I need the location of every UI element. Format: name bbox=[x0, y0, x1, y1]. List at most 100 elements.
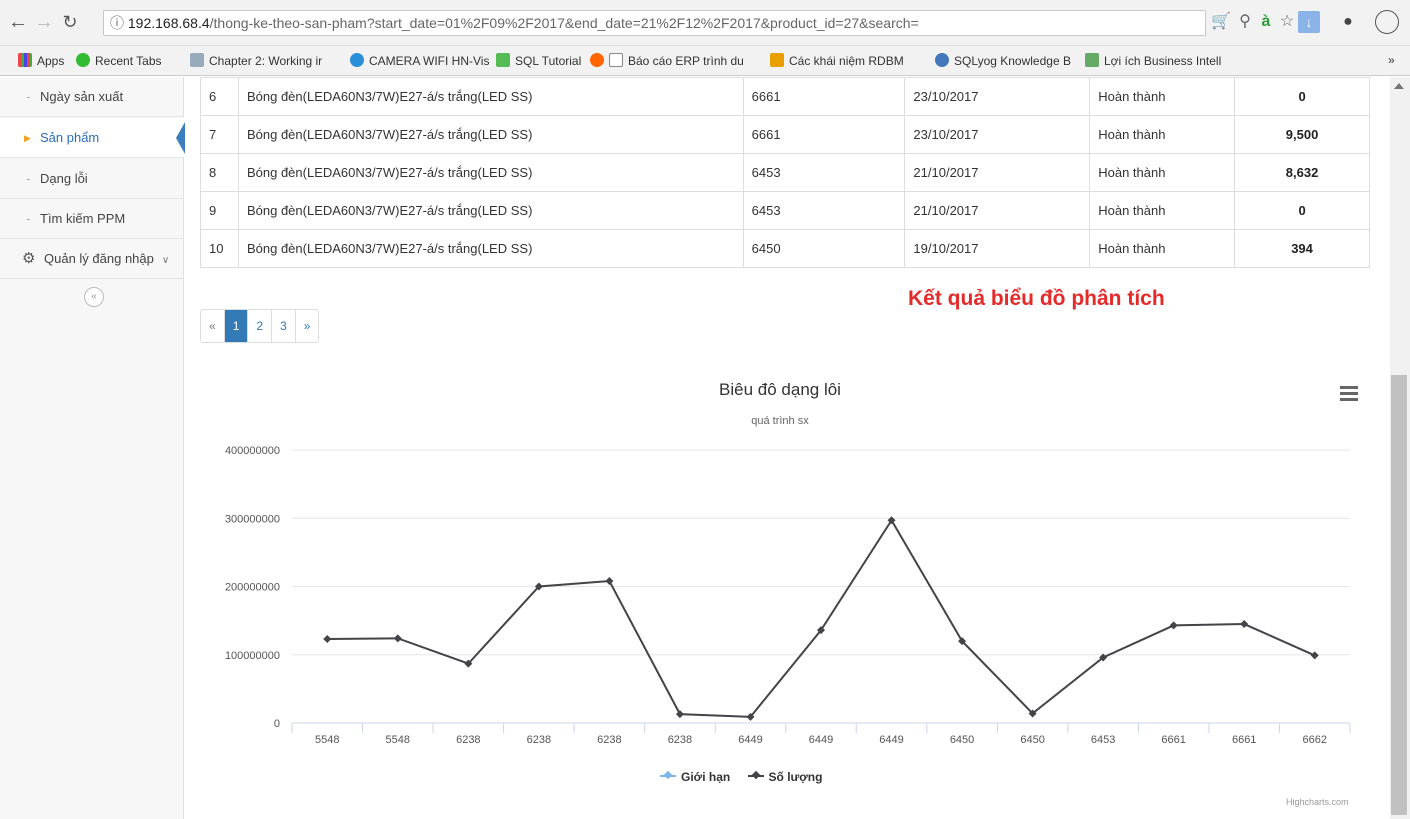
zoom-icon[interactable]: ⚲ bbox=[1234, 11, 1256, 33]
sidebar-item-label: Ngày sản xuất bbox=[40, 89, 124, 104]
bookmark-label: Chapter 2: Working ir bbox=[209, 54, 323, 68]
product-code-cell: 6453 bbox=[742, 153, 906, 192]
incognito-icon[interactable]: ● bbox=[1337, 11, 1359, 33]
status-cell: Hoàn thành bbox=[1089, 153, 1236, 192]
bookmark-camera[interactable]: CAMERA WIFI HN-Vis bbox=[350, 53, 489, 68]
sidebar-collapse-button[interactable]: « bbox=[84, 287, 104, 307]
page-1-button[interactable]: 1 bbox=[224, 310, 249, 342]
bookmark-recent-tabs[interactable]: Recent Tabs bbox=[76, 53, 162, 68]
table-row: 9 Bóng đèn(LEDA60N3/7W)E27-á/s trắng(LED … bbox=[200, 191, 1370, 230]
quantity-cell: 0 bbox=[1234, 77, 1370, 116]
url-path: /thong-ke-theo-san-pham?start_date=01%2F… bbox=[209, 15, 919, 31]
y-tick-label: 100000000 bbox=[225, 650, 280, 662]
bookmark-chapter2[interactable]: Chapter 2: Working ir bbox=[190, 53, 322, 68]
product-name-cell: Bóng đèn(LEDA60N3/7W)E27-á/s trắng(LED S… bbox=[237, 115, 744, 154]
translate-icon[interactable]: à bbox=[1255, 11, 1277, 33]
sidebar-item-ngay-san-xuat[interactable]: - Ngày sản xuất bbox=[0, 77, 184, 117]
scrollbar-thumb[interactable] bbox=[1391, 375, 1407, 815]
x-tick-label: 6453 bbox=[1091, 734, 1115, 746]
download-icon[interactable]: ↓ bbox=[1298, 11, 1320, 33]
scroll-up-icon[interactable] bbox=[1394, 83, 1404, 89]
bookmark-bi[interactable]: Lợi ích Business Intell bbox=[1085, 53, 1221, 68]
pagination-prev[interactable]: « bbox=[201, 310, 225, 342]
quantity-cell: 394 bbox=[1234, 229, 1370, 268]
info-icon[interactable]: ⓘ bbox=[110, 15, 128, 31]
bookmark-label: SQLyog Knowledge B bbox=[954, 54, 1071, 68]
back-icon[interactable]: ← bbox=[6, 8, 30, 36]
forward-icon[interactable]: → bbox=[32, 8, 56, 36]
product-name-cell: Bóng đèn(LEDA60N3/7W)E27-á/s trắng(LED S… bbox=[237, 153, 744, 192]
data-point bbox=[393, 634, 402, 643]
legend-item-gioi-han[interactable]: Giới hạn bbox=[660, 770, 730, 784]
sidebar-item-tim-kiem-ppm[interactable]: - Tìm kiếm PPM bbox=[0, 199, 184, 239]
page-3-button[interactable]: 3 bbox=[272, 310, 296, 342]
row-number-cell: 9 bbox=[200, 191, 239, 230]
results-table: 6 Bóng đèn(LEDA60N3/7W)E27-á/s trắng(LED … bbox=[200, 77, 1370, 268]
sqlyog-icon bbox=[935, 53, 949, 67]
bookmark-label: Recent Tabs bbox=[95, 54, 162, 68]
bookmark-erp[interactable]: Báo cáo ERP trình du bbox=[590, 53, 744, 68]
line-chart: 0 100000000 200000000 300000000 400000000 554… bbox=[225, 445, 1351, 746]
chart-subtitle: quá trình sx bbox=[751, 415, 809, 427]
legend-symbol bbox=[660, 775, 676, 777]
y-tick-label: 400000000 bbox=[225, 445, 280, 457]
browser-toolbar: ← → ↻ ⓘ 192.168.68.4/thong-ke-theo-san-p… bbox=[0, 0, 1410, 46]
cpanel-icon bbox=[590, 53, 604, 67]
tree-line-icon: - bbox=[26, 211, 31, 226]
w3-icon bbox=[496, 53, 510, 67]
bookmark-apps[interactable]: Apps bbox=[18, 53, 64, 68]
row-number-cell: 10 bbox=[200, 229, 239, 268]
sidebar-item-label: Sản phẩm bbox=[40, 130, 100, 145]
highcharts-credit[interactable]: Highcharts.com bbox=[1286, 797, 1349, 807]
product-code-cell: 6450 bbox=[742, 229, 906, 268]
reload-icon[interactable]: ↻ bbox=[58, 8, 82, 36]
sidebar-group-label: Quản lý đăng nhập bbox=[44, 251, 154, 266]
page-2-button[interactable]: 2 bbox=[248, 310, 273, 342]
bookmark-overflow[interactable]: » bbox=[1388, 53, 1395, 67]
status-cell: Hoàn thành bbox=[1089, 77, 1236, 116]
x-tick-label: 6449 bbox=[738, 734, 762, 746]
sidebar-group-quan-ly[interactable]: ⚙ Quản lý đăng nhập ∨ bbox=[0, 239, 184, 279]
row-number-cell: 8 bbox=[200, 153, 239, 192]
cart-icon[interactable]: 🛒 bbox=[1210, 11, 1232, 33]
product-name-cell: Bóng đèn(LEDA60N3/7W)E27-á/s trắng(LED S… bbox=[237, 191, 744, 230]
tree-line-icon: - bbox=[26, 171, 31, 186]
x-tick-label: 5548 bbox=[386, 734, 410, 746]
analysis-result-title: Kết quả biểu đồ phân tích bbox=[908, 287, 1165, 310]
chart-menu-icon[interactable] bbox=[1340, 386, 1358, 402]
y-tick-label: 200000000 bbox=[225, 582, 280, 594]
url-bar[interactable]: ⓘ 192.168.68.4/thong-ke-theo-san-pham?st… bbox=[103, 10, 1206, 36]
legend-item-so-luong[interactable]: Số lượng bbox=[747, 770, 823, 784]
bookmark-label: Báo cáo ERP trình du bbox=[628, 54, 744, 68]
x-tick-label: 6662 bbox=[1302, 734, 1326, 746]
quantity-cell: 8,632 bbox=[1234, 153, 1370, 192]
sidebar-item-dang-loi[interactable]: - Dạng lỗi bbox=[0, 159, 184, 199]
page-scrollbar[interactable] bbox=[1390, 77, 1410, 819]
product-code-cell: 6453 bbox=[742, 191, 906, 230]
star-icon[interactable]: ☆ bbox=[1276, 11, 1298, 33]
legend-label: Số lượng bbox=[768, 770, 823, 784]
url-host: 192.168.68.4 bbox=[127, 15, 210, 31]
table-row: 7 Bóng đèn(LEDA60N3/7W)E27-á/s trắng(LED … bbox=[200, 115, 1370, 154]
row-number-cell: 7 bbox=[200, 115, 239, 154]
page-icon bbox=[609, 53, 623, 67]
sidebar-item-san-pham[interactable]: ▶ Sản phẩm bbox=[0, 118, 185, 158]
x-tick-label: 6450 bbox=[950, 734, 974, 746]
status-cell: Hoàn thành bbox=[1089, 191, 1236, 230]
bookmark-sqlyog[interactable]: SQLyog Knowledge B bbox=[935, 53, 1071, 68]
y-tick-label: 300000000 bbox=[225, 513, 280, 525]
status-cell: Hoàn thành bbox=[1089, 115, 1236, 154]
x-tick-label: 6450 bbox=[1020, 734, 1044, 746]
x-tick-label: 6449 bbox=[809, 734, 833, 746]
table-row: 8 Bóng đèn(LEDA60N3/7W)E27-á/s trắng(LED … bbox=[200, 153, 1370, 192]
chart-title: Biêu đô dạng lôi bbox=[719, 380, 841, 399]
profile-icon[interactable] bbox=[1375, 10, 1399, 34]
pagination-next[interactable]: » bbox=[296, 310, 319, 342]
table-row: 6 Bóng đèn(LEDA60N3/7W)E27-á/s trắng(LED … bbox=[200, 77, 1370, 116]
bookmark-label: SQL Tutorial bbox=[515, 54, 582, 68]
chevron-down-icon: ∨ bbox=[161, 255, 170, 266]
bookmark-rdbms[interactable]: Các khái niệm RDBM bbox=[770, 53, 904, 68]
bookmark-label: Các khái niệm RDBM bbox=[789, 54, 904, 68]
x-tick-label: 6238 bbox=[527, 734, 551, 746]
bookmark-sql-tutorial[interactable]: SQL Tutorial bbox=[496, 53, 581, 68]
